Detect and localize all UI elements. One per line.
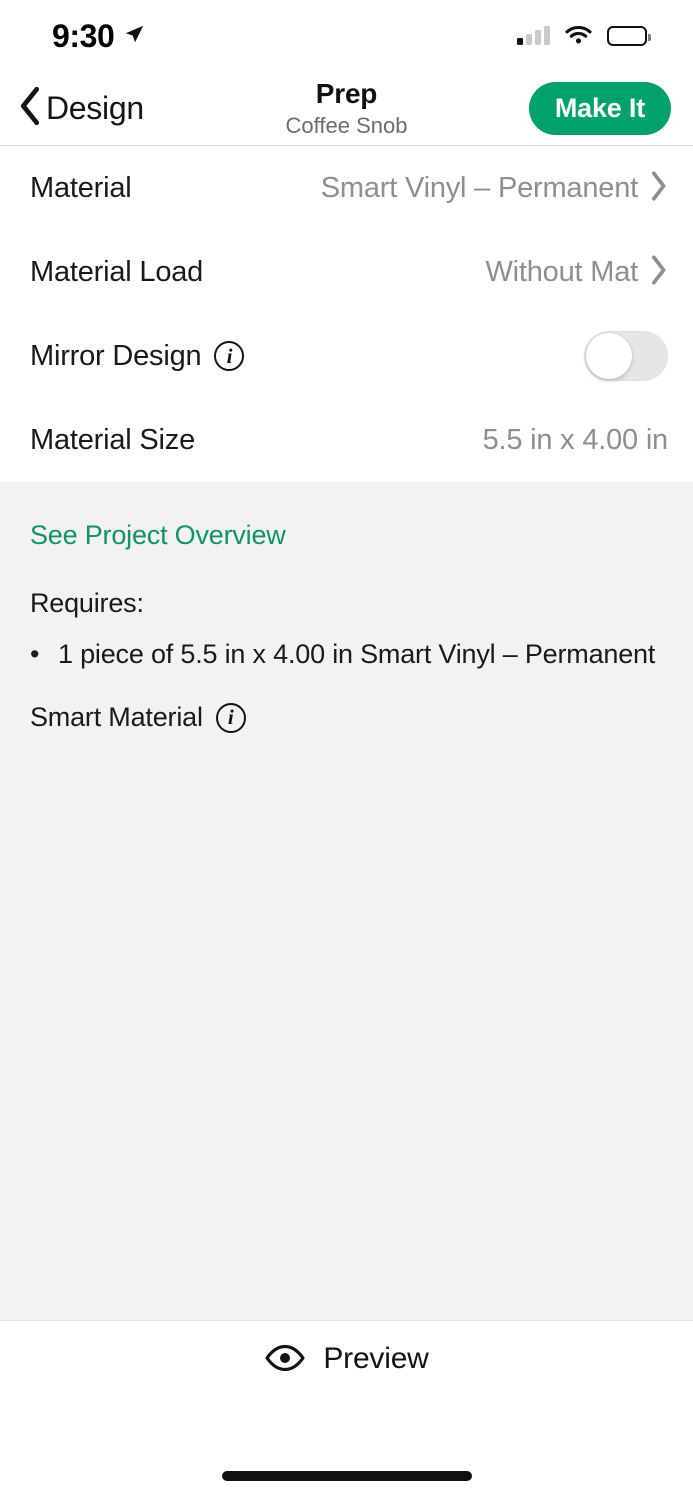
setting-label-material-load: Material Load	[30, 255, 204, 288]
chevron-left-icon	[18, 86, 42, 130]
status-bar-time: 9:30	[52, 18, 115, 54]
setting-row-material[interactable]: Material Smart Vinyl – Permanent	[0, 146, 693, 230]
project-info-panel: See Project Overview Requires: • 1 piece…	[0, 482, 693, 1320]
preview-button-label: Preview	[323, 1342, 429, 1375]
eye-icon	[264, 1344, 306, 1375]
navigation-bar: Design Prep Coffee Snob Make It	[0, 72, 693, 146]
info-circle-icon[interactable]: i	[214, 341, 245, 371]
make-it-button[interactable]: Make It	[528, 82, 671, 135]
smart-material-label: Smart Material	[30, 702, 203, 733]
bullet-glyph: •	[30, 639, 40, 669]
app-screen: 9:30 Design Prep Coffee Snob Make It Mat…	[0, 0, 693, 1500]
setting-label-material-size: Material Size	[30, 423, 196, 456]
setting-right-material: Smart Vinyl – Permanent	[320, 170, 668, 206]
see-project-overview-link[interactable]: See Project Overview	[30, 520, 286, 551]
chevron-right-icon	[650, 170, 668, 206]
toggle-knob	[586, 333, 632, 379]
status-bar-left: 9:30	[52, 20, 145, 52]
cellular-signal-icon	[517, 26, 550, 45]
setting-row-material-size: Material Size 5.5 in x 4.00 in	[0, 398, 693, 482]
list-item: • 1 piece of 5.5 in x 4.00 in Smart Viny…	[30, 637, 663, 672]
back-button[interactable]: Design	[18, 86, 144, 130]
requires-heading: Requires:	[30, 588, 144, 618]
mirror-design-toggle[interactable]	[584, 331, 668, 381]
setting-right-material-size: 5.5 in x 4.00 in	[482, 423, 669, 457]
back-button-label: Design	[46, 90, 144, 126]
setting-right-mirror-design	[584, 331, 668, 381]
battery-icon	[607, 26, 651, 46]
preview-button[interactable]: Preview	[258, 1341, 434, 1377]
setting-value-material-load: Without Mat	[485, 255, 638, 288]
setting-row-mirror-design: Mirror Design i	[0, 314, 693, 398]
setting-value-material-size: 5.5 in x 4.00 in	[482, 423, 669, 456]
chevron-right-icon	[650, 254, 668, 290]
settings-list: Material Smart Vinyl – Permanent Materia…	[0, 146, 693, 482]
setting-label-mirror-design-text: Mirror Design	[30, 339, 202, 372]
home-indicator[interactable]	[221, 1471, 472, 1481]
setting-value-material: Smart Vinyl – Permanent	[320, 171, 638, 204]
setting-row-material-load[interactable]: Material Load Without Mat	[0, 230, 693, 314]
setting-label-material: Material	[30, 171, 132, 204]
page-subtitle: Coffee Snob	[285, 112, 408, 138]
status-bar-right	[517, 23, 651, 49]
smart-material-row: Smart Material i	[30, 702, 663, 733]
requires-item-text: 1 piece of 5.5 in x 4.00 in Smart Vinyl …	[58, 639, 656, 669]
status-bar: 9:30	[0, 0, 693, 72]
requires-list: • 1 piece of 5.5 in x 4.00 in Smart Viny…	[30, 637, 663, 672]
wifi-icon	[564, 23, 593, 49]
bottom-toolbar: Preview	[0, 1320, 693, 1452]
info-circle-icon[interactable]: i	[215, 702, 246, 733]
page-title: Prep	[315, 78, 378, 109]
setting-right-material-load: Without Mat	[485, 254, 668, 290]
location-arrow-icon	[123, 23, 145, 50]
home-indicator-area	[0, 1452, 693, 1500]
setting-label-mirror-design: Mirror Design i	[30, 339, 245, 373]
